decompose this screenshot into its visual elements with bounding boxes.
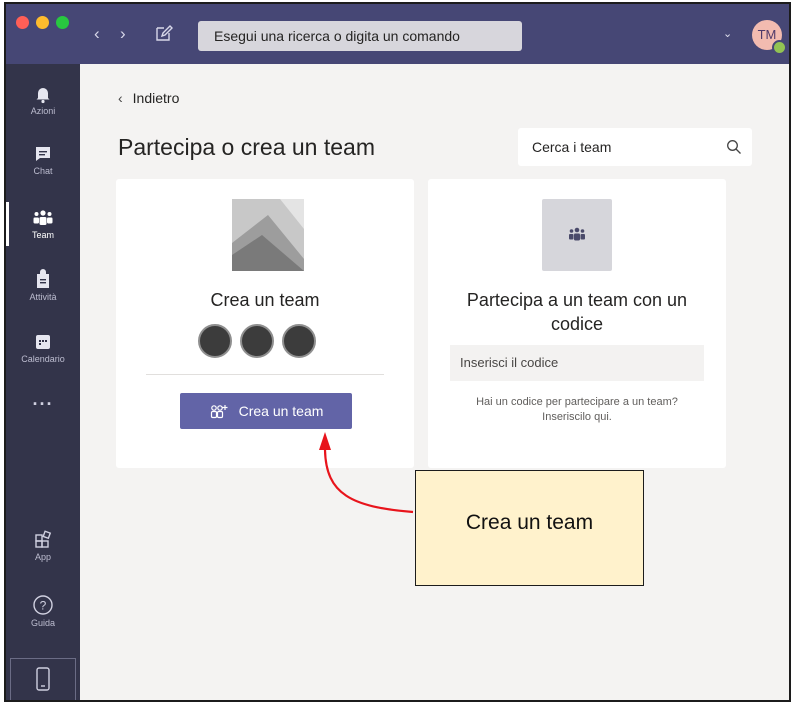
callout-box: Crea un team — [415, 470, 644, 586]
callout-arrow — [319, 432, 414, 514]
callout-text: Crea un team — [465, 511, 594, 534]
teams-window: ‹ › Esegui una ricerca o digita un coman… — [4, 2, 791, 702]
